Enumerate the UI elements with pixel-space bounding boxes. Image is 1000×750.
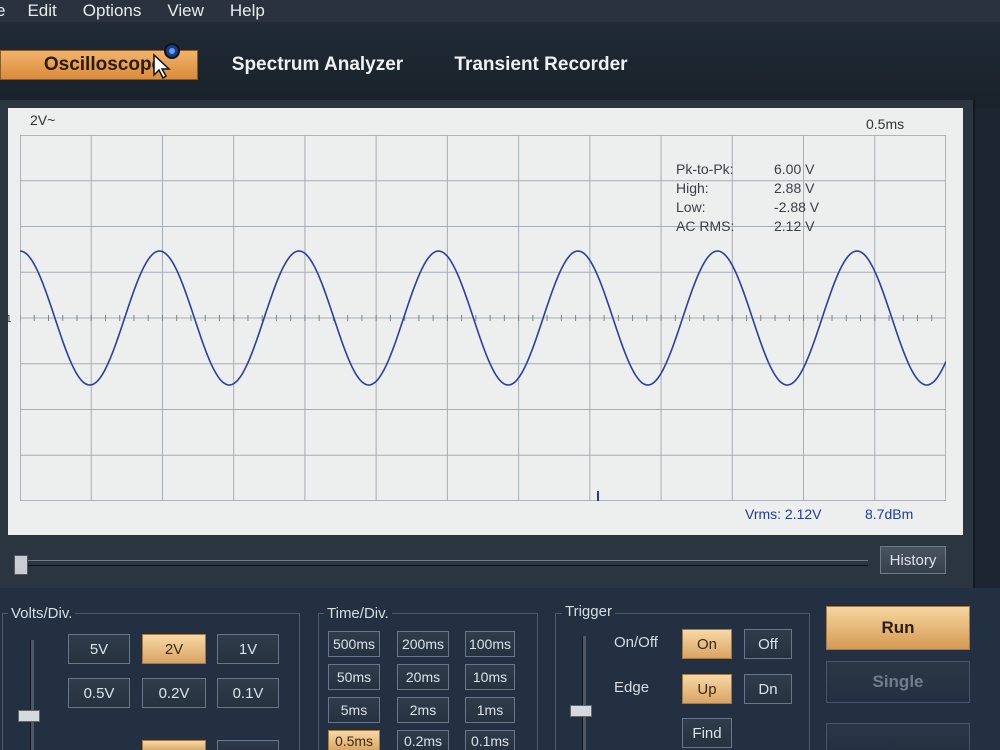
volts-slider-thumb[interactable] [18,710,40,722]
volts-0.5v-button[interactable]: 0.5V [68,678,130,708]
volts-div-title: Volts/Div. [8,605,76,622]
time-0.1ms-button[interactable]: 0.1ms [465,730,515,750]
volts-partial-button-2[interactable] [217,740,279,750]
history-slider-thumb[interactable] [14,555,28,575]
volts-partial-button[interactable] [142,740,206,750]
menu-options[interactable]: Options [83,1,142,21]
time-2ms-button[interactable]: 2ms [397,697,449,723]
autoset-button[interactable] [826,723,970,750]
measurement-ac-rms: AC RMS: 2.12 V [676,218,815,234]
menu-bar: e Edit Options View Help [0,0,1000,22]
measurement-high: High: 2.88 V [676,180,815,196]
measurement-low: Low: -2.88 V [676,199,820,215]
trigger-dn-button[interactable]: Dn [744,674,792,704]
measurement-panel: Pk-to-Pk: 6.00 V High: 2.88 V Low: -2.88 V … [676,160,834,236]
time-5ms-button[interactable]: 5ms [328,697,380,723]
trigger-find-button[interactable]: Find [682,718,732,748]
single-button[interactable]: Single [826,661,970,703]
time-0.5ms-button[interactable]: 0.5ms [328,730,380,750]
time-50ms-button[interactable]: 50ms [328,664,380,690]
trigger-slider-track[interactable] [582,636,586,750]
time-1ms-button[interactable]: 1ms [465,697,515,723]
time-div-title: Time/Div. [324,605,392,622]
time-20ms-button[interactable]: 20ms [397,664,449,690]
trigger-title: Trigger [562,603,615,620]
volts-1v-button[interactable]: 1V [217,634,279,664]
trigger-on-button[interactable]: On [682,629,732,659]
history-button[interactable]: History [880,546,946,574]
time-0.2ms-button[interactable]: 0.2ms [397,730,449,750]
tab-transient-recorder[interactable]: Transient Recorder [446,50,636,80]
menu-view[interactable]: View [167,1,204,21]
menu-file[interactable]: e [0,1,5,21]
menu-help[interactable]: Help [230,1,265,21]
volts-div-readout: 2V~ [30,112,56,128]
run-button[interactable]: Run [826,606,970,650]
volts-0.1v-button[interactable]: 0.1V [217,678,279,708]
trigger-off-button[interactable]: Off [744,629,792,659]
history-slider-track[interactable] [18,560,868,566]
mouse-cursor-icon [153,43,180,80]
trigger-edge-label: Edge [614,679,650,696]
time-div-readout: 0.5ms [866,116,905,132]
time-100ms-button[interactable]: 100ms [465,631,515,657]
trigger-onoff-label: On/Off [614,634,658,651]
trigger-up-button[interactable]: Up [682,674,732,704]
tab-spectrum-analyzer[interactable]: Spectrum Analyzer [220,50,415,80]
volts-0.2v-button[interactable]: 0.2V [142,678,206,708]
volts-slider-track[interactable] [30,640,34,750]
time-200ms-button[interactable]: 200ms [397,631,449,657]
time-500ms-button[interactable]: 500ms [328,631,380,657]
volts-2v-button[interactable]: 2V [142,634,206,664]
dbm-readout: 8.7dBm [865,506,914,522]
channel-marker: 1 [6,314,12,325]
measurement-pk-pk: Pk-to-Pk: 6.00 V [676,161,815,177]
time-10ms-button[interactable]: 10ms [465,664,515,690]
vrms-readout: Vrms: 2.12V [745,506,822,522]
volts-5v-button[interactable]: 5V [68,634,130,664]
trigger-slider-thumb[interactable] [570,705,592,717]
menu-edit[interactable]: Edit [27,1,56,21]
